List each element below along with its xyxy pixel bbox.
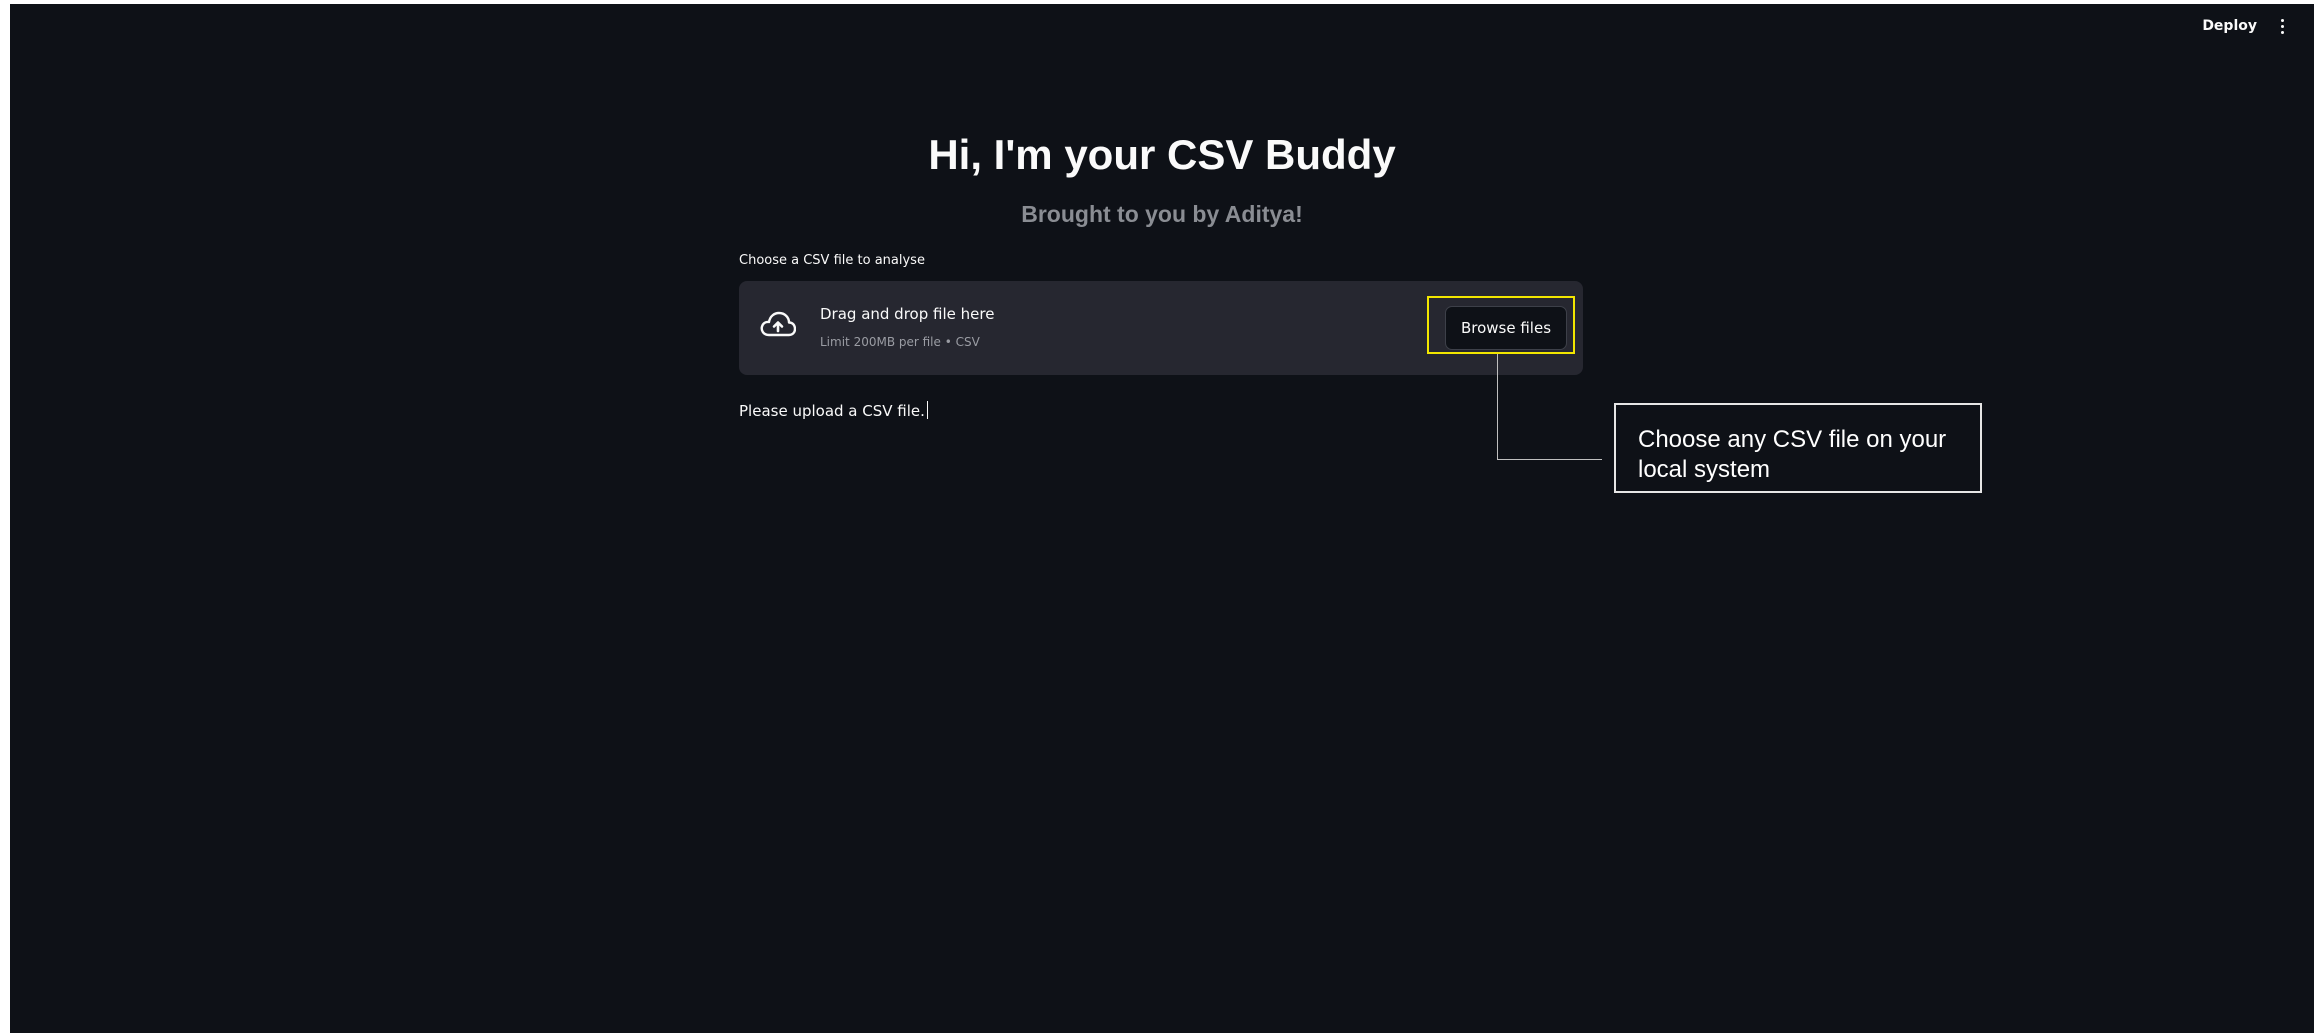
dropzone-instructions: Drag and drop file here [820, 305, 995, 323]
deploy-button[interactable]: Deploy [2202, 18, 2257, 34]
file-uploader-label: Choose a CSV file to analyse [739, 253, 925, 268]
app-window: Deploy Hi, I'm your CSV Buddy Brought to… [10, 4, 2314, 1033]
dropzone-file-limit: Limit 200MB per file • CSV [820, 335, 980, 349]
text-cursor [926, 401, 928, 419]
vertical-ellipsis-icon[interactable] [2279, 15, 2286, 38]
annotation-callout: Choose any CSV file on your local system [1614, 403, 1982, 493]
browse-files-button[interactable]: Browse files [1445, 306, 1567, 350]
annotation-connector-horizontal [1497, 459, 1602, 460]
top-toolbar: Deploy [2202, 4, 2314, 48]
file-dropzone[interactable]: Drag and drop file here Limit 200MB per … [739, 281, 1583, 375]
cloud-upload-icon [760, 311, 796, 337]
upload-status-message: Please upload a CSV file. [739, 401, 928, 420]
page-title: Hi, I'm your CSV Buddy [928, 131, 1396, 178]
page-subtitle: Brought to you by Aditya! [1021, 201, 1303, 227]
annotation-connector-vertical [1497, 354, 1498, 460]
